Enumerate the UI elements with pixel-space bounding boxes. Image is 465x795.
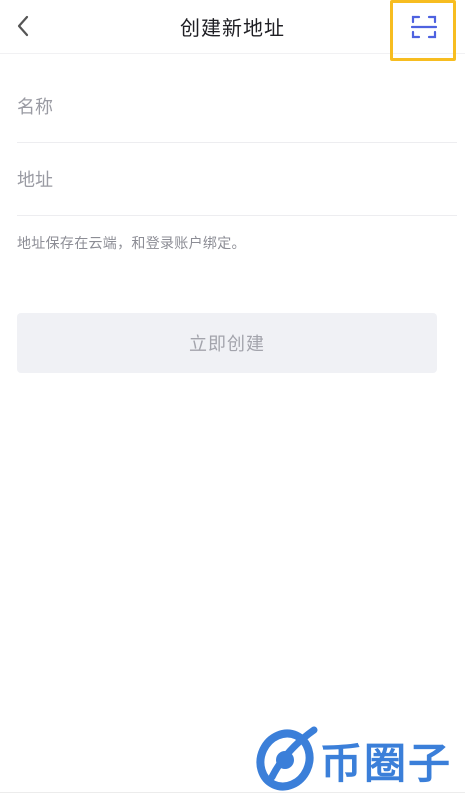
bottom-divider — [0, 792, 465, 793]
create-now-button[interactable]: 立即创建 — [17, 313, 437, 373]
address-input[interactable] — [17, 170, 457, 191]
address-field-row — [17, 146, 457, 216]
top-bar: 创建新地址 — [0, 0, 465, 61]
watermark-emblem-icon — [256, 726, 318, 791]
storage-hint: 地址保存在云端，和登录账户绑定。 — [17, 236, 246, 252]
watermark-text: 币圈子 — [320, 739, 452, 788]
watermark-logo: 币圈子 — [256, 726, 452, 791]
name-input[interactable] — [17, 97, 457, 118]
scan-icon — [411, 15, 437, 39]
name-field-row — [17, 73, 457, 143]
create-address-page: 创建新地址 地址保存在云端，和登录账户绑定。 立即创建 — [0, 0, 465, 795]
scan-button[interactable] — [408, 13, 440, 41]
